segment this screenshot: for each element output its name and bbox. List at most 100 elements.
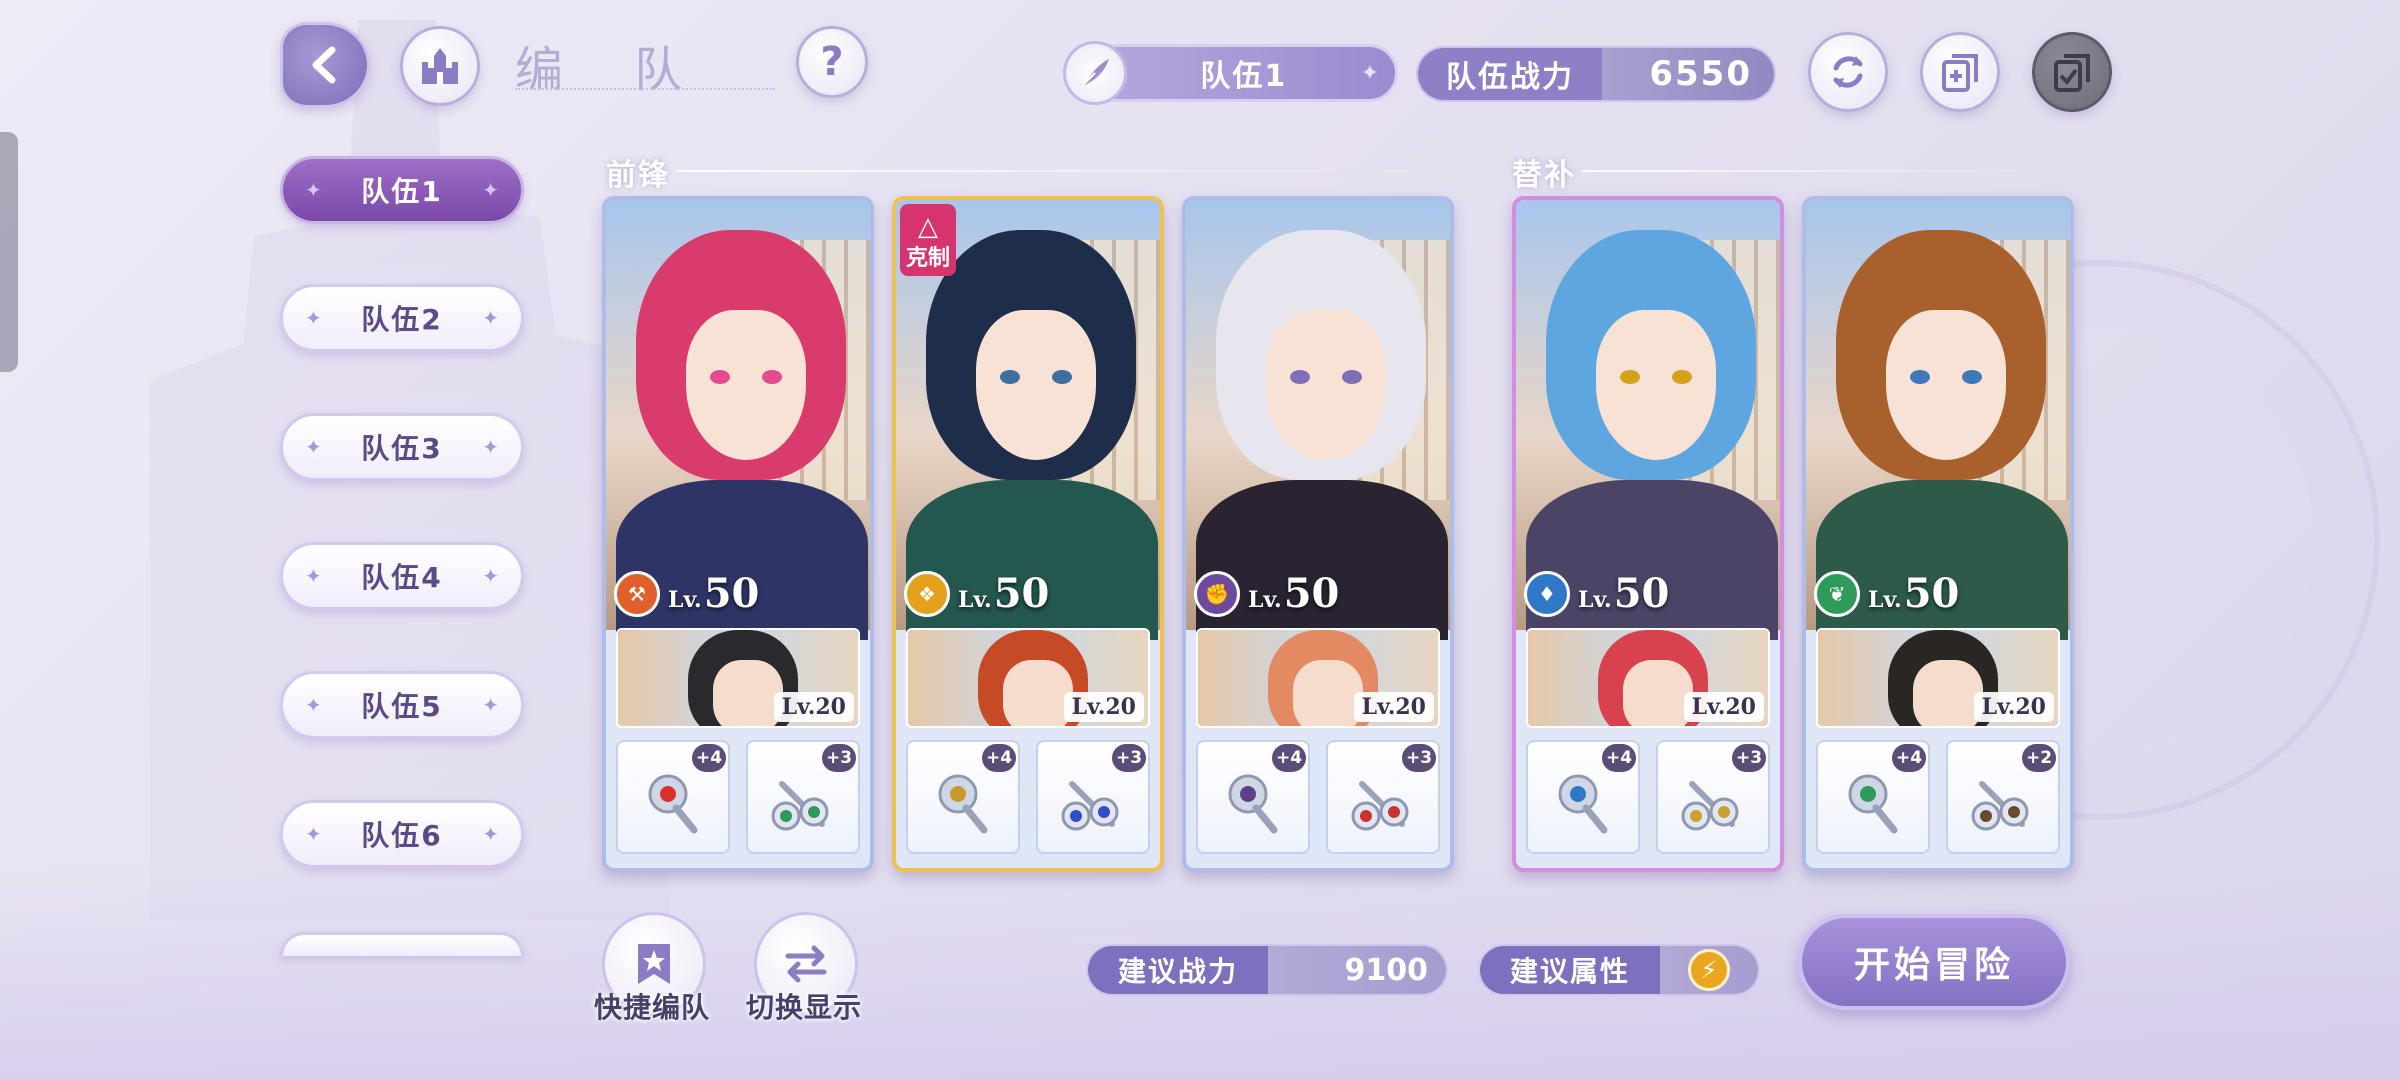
enhance-level: +4 xyxy=(1272,744,1306,772)
equipment-item-icon xyxy=(648,774,698,834)
character-eye xyxy=(1910,370,1930,384)
equipment-slot-2[interactable]: +3 xyxy=(746,740,860,854)
character-card[interactable]: ♦ Lv. 50 Lv.20 +4 +3 xyxy=(1512,196,1784,872)
equipment-slot-1[interactable]: +4 xyxy=(1196,740,1310,854)
character-portrait[interactable] xyxy=(1806,200,2070,640)
team-selector-label: 队伍1 xyxy=(1200,59,1288,94)
sidebar-item-label: 队伍5 xyxy=(361,690,443,723)
support-character[interactable]: Lv.20 xyxy=(616,628,860,728)
sidebar-item-team-6[interactable]: ✦ 队伍6 ✦ xyxy=(280,800,524,868)
level-prefix: Lv. xyxy=(1578,587,1612,613)
sidebar-item-label: 队伍4 xyxy=(361,561,443,594)
enhance-level: +3 xyxy=(822,744,856,772)
bookmark-star-icon xyxy=(638,944,670,984)
start-adventure-label: 开始冒险 xyxy=(1853,945,2014,986)
equipment-item-icon xyxy=(1351,781,1409,831)
edge-drawer-handle[interactable] xyxy=(0,132,18,372)
front-section-label: 前锋 xyxy=(606,158,670,193)
sparkle-icon: ✦ xyxy=(482,178,499,202)
refresh-button[interactable] xyxy=(1808,32,1888,112)
enhance-level: +3 xyxy=(1732,744,1766,772)
support-face xyxy=(1293,660,1363,726)
equipment-slot-2[interactable]: +2 xyxy=(1946,740,2060,854)
swap-arrows-icon xyxy=(785,945,827,983)
sparkle-icon: ✦ xyxy=(305,693,322,717)
equipment-slot-1[interactable]: +4 xyxy=(906,740,1020,854)
character-eye xyxy=(1000,370,1020,384)
character-portrait[interactable] xyxy=(606,200,870,640)
element-orange-icon: ⚒ xyxy=(614,570,660,617)
support-level: Lv.20 xyxy=(1063,692,1144,722)
recommended-power-value: 9100 xyxy=(1268,946,1446,994)
sparkle-icon: ✦ xyxy=(1360,60,1379,86)
character-eye xyxy=(1342,370,1362,384)
sub-section-label: 替补 xyxy=(1512,158,1576,193)
level-prefix: Lv. xyxy=(1868,587,1902,613)
level-prefix: Lv. xyxy=(1248,587,1282,613)
enhance-level: +4 xyxy=(1602,744,1636,772)
title-decoration xyxy=(515,88,775,94)
question-icon: ? xyxy=(820,39,844,85)
character-card[interactable]: ❦ Lv. 50 Lv.20 +4 +2 xyxy=(1802,196,2074,872)
enhance-level: +4 xyxy=(692,744,726,772)
add-team-button[interactable] xyxy=(1920,32,2000,112)
element-gold-icon: ❖ xyxy=(904,570,950,617)
character-card[interactable]: ❖ Lv. 50 Lv.20 +4 +3 △ 克制 xyxy=(892,196,1164,872)
element-purple-icon: ✊ xyxy=(1194,570,1240,617)
equipment-slot-2[interactable]: +3 xyxy=(1326,740,1440,854)
character-portrait[interactable] xyxy=(1186,200,1450,640)
sidebar-item-team-1[interactable]: ✦ 队伍1 ✦ xyxy=(280,156,524,224)
support-character[interactable]: Lv.20 xyxy=(906,628,1150,728)
start-adventure-button[interactable]: 开始冒险 xyxy=(1798,914,2070,1010)
sparkle-icon: ✦ xyxy=(482,435,499,459)
enhance-level: +3 xyxy=(1402,744,1436,772)
support-character[interactable]: Lv.20 xyxy=(1816,628,2060,728)
equipment-slot-1[interactable]: +4 xyxy=(1816,740,1930,854)
sub-section-divider xyxy=(1582,170,2062,172)
sidebar-item-team-4[interactable]: ✦ 队伍4 ✦ xyxy=(280,542,524,610)
sidebar-item-team-5[interactable]: ✦ 队伍5 ✦ xyxy=(280,671,524,739)
sidebar-item-label: 队伍2 xyxy=(361,303,443,336)
level-value: 50 xyxy=(993,570,1050,617)
team-selector[interactable]: 队伍1 ✦ xyxy=(1063,41,1398,105)
sparkle-icon: ✦ xyxy=(305,564,322,588)
sparkle-icon: ✦ xyxy=(305,178,322,202)
help-button[interactable]: ? xyxy=(796,26,868,98)
confirm-button[interactable] xyxy=(2032,32,2112,112)
support-character[interactable]: Lv.20 xyxy=(1196,628,1440,728)
front-section-divider xyxy=(676,170,1456,172)
equipment-item-icon xyxy=(1228,774,1278,834)
checklist-icon xyxy=(2054,54,2090,92)
character-face xyxy=(1266,310,1386,460)
character-portrait[interactable] xyxy=(1516,200,1780,640)
equipment-slot-1[interactable]: +4 xyxy=(616,740,730,854)
quick-team-label: 快捷编队 xyxy=(594,991,711,1024)
enhance-level: +3 xyxy=(1112,744,1146,772)
support-level: Lv.20 xyxy=(773,692,854,722)
back-button[interactable] xyxy=(280,22,370,108)
level-value: 50 xyxy=(703,570,760,617)
equipment-slot-2[interactable]: +3 xyxy=(1036,740,1150,854)
sparkle-icon: ✦ xyxy=(482,822,499,846)
level-prefix: Lv. xyxy=(958,587,992,613)
sparkle-icon: ✦ xyxy=(305,435,322,459)
character-face xyxy=(1886,310,2006,460)
character-level: ✊ Lv. 50 xyxy=(1194,570,1339,617)
sidebar-item-team-7[interactable] xyxy=(280,932,524,956)
equipment-slot-2[interactable]: +3 xyxy=(1656,740,1770,854)
sidebar-item-team-3[interactable]: ✦ 队伍3 ✦ xyxy=(280,413,524,481)
character-card[interactable]: ✊ Lv. 50 Lv.20 +4 +3 xyxy=(1182,196,1454,872)
castle-icon xyxy=(422,48,458,84)
refresh-icon xyxy=(1833,56,1863,88)
home-button[interactable] xyxy=(400,26,480,106)
counter-triangle-icon: △ xyxy=(918,212,938,242)
support-character[interactable]: Lv.20 xyxy=(1526,628,1770,728)
lightning-element-icon: ⚡ xyxy=(1688,949,1730,991)
sidebar-item-team-2[interactable]: ✦ 队伍2 ✦ xyxy=(280,284,524,352)
equipment-slot-1[interactable]: +4 xyxy=(1526,740,1640,854)
equipment-item-icon xyxy=(771,781,829,831)
equipment-item-icon xyxy=(1061,781,1119,831)
team-power-label: 队伍战力 xyxy=(1418,48,1602,100)
character-card[interactable]: ⚒ Lv. 50 Lv.20 +4 +3 xyxy=(602,196,874,872)
sparkle-icon: ✦ xyxy=(482,306,499,330)
